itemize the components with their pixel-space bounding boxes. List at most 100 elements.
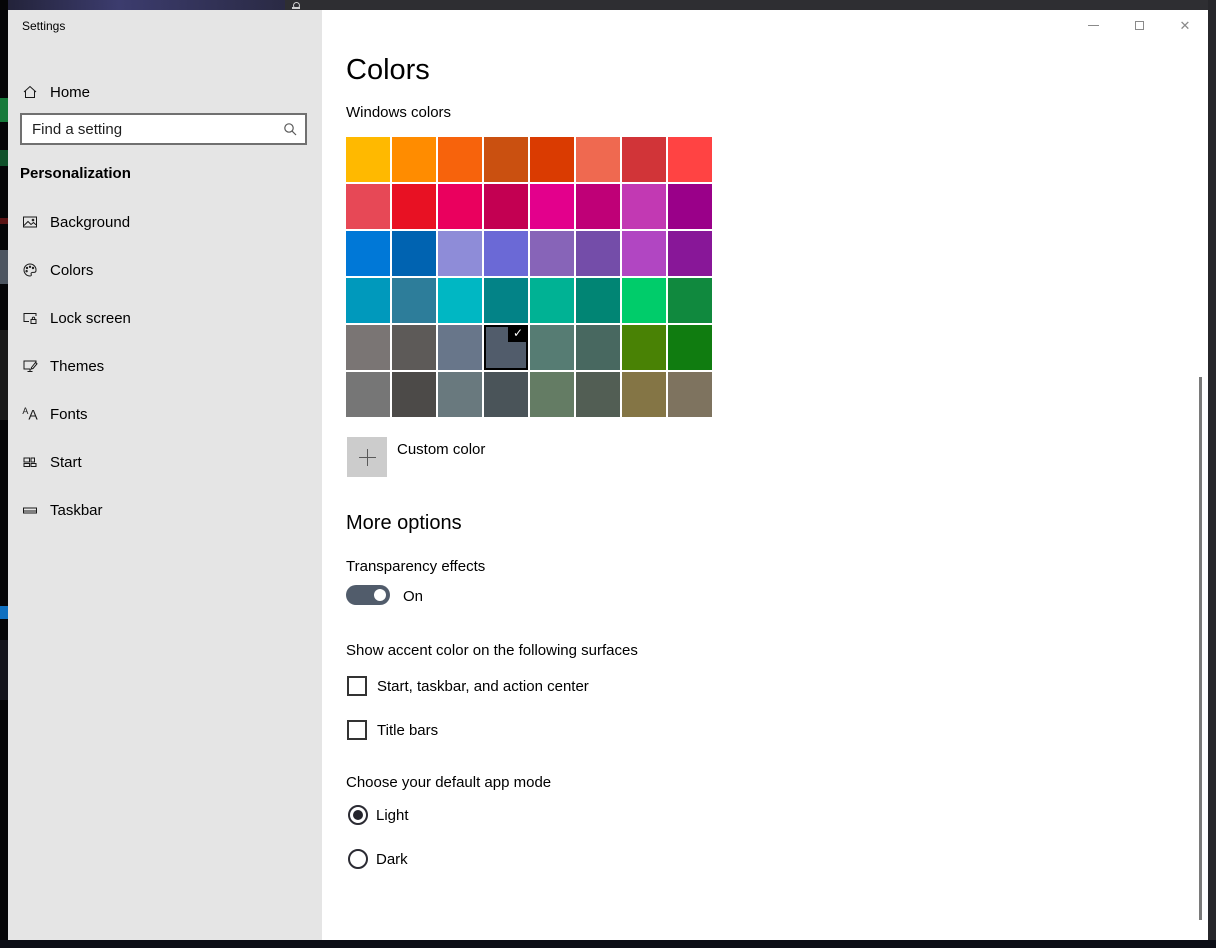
color-swatch[interactable]: [346, 372, 390, 417]
color-swatch[interactable]: [622, 325, 666, 370]
sidebar-item-label: Start: [50, 454, 82, 471]
color-swatch[interactable]: [484, 137, 528, 182]
color-swatch[interactable]: [346, 325, 390, 370]
window-title: Settings: [22, 19, 65, 33]
color-swatch[interactable]: [622, 231, 666, 276]
transparency-toggle[interactable]: [346, 585, 390, 605]
maximize-icon: [1135, 21, 1144, 30]
color-swatch[interactable]: [668, 231, 712, 276]
color-swatch[interactable]: [392, 231, 436, 276]
color-swatch[interactable]: [576, 184, 620, 229]
search-box: [20, 113, 307, 145]
color-swatch[interactable]: [484, 278, 528, 323]
color-swatch[interactable]: [392, 137, 436, 182]
color-swatch[interactable]: [668, 372, 712, 417]
minimize-icon: [1088, 25, 1099, 26]
color-swatch[interactable]: [576, 137, 620, 182]
color-swatch[interactable]: [576, 372, 620, 417]
sidebar-item-start[interactable]: Start: [8, 442, 322, 482]
sidebar-section-title: Personalization: [20, 165, 131, 182]
color-swatch[interactable]: [484, 231, 528, 276]
color-swatch[interactable]: [438, 278, 482, 323]
color-swatch[interactable]: [530, 184, 574, 229]
color-swatch[interactable]: [530, 325, 574, 370]
custom-color-label: Custom color: [397, 441, 485, 458]
color-swatch[interactable]: [484, 184, 528, 229]
color-swatch[interactable]: [576, 231, 620, 276]
scrollbar-thumb[interactable]: [1199, 377, 1202, 920]
minimize-button[interactable]: [1070, 10, 1116, 40]
plus-icon: [359, 449, 376, 466]
windows-colors-label: Windows colors: [346, 104, 451, 121]
color-swatch[interactable]: [438, 137, 482, 182]
color-swatch[interactable]: [392, 184, 436, 229]
sidebar-item-colors[interactable]: Colors: [8, 250, 322, 290]
sidebar-item-label: Colors: [50, 262, 93, 279]
desktop-bottom-strip: [0, 940, 1216, 948]
color-swatch[interactable]: [438, 325, 482, 370]
search-input[interactable]: [22, 121, 275, 138]
color-swatch[interactable]: [530, 231, 574, 276]
sidebar-item-lock-screen[interactable]: Lock screen: [8, 298, 322, 338]
radio-dark[interactable]: Dark: [348, 849, 408, 869]
color-swatch[interactable]: [668, 325, 712, 370]
color-swatch[interactable]: [346, 184, 390, 229]
start-tiles-icon: [22, 453, 38, 471]
color-swatch[interactable]: [392, 372, 436, 417]
color-swatch[interactable]: [346, 278, 390, 323]
sidebar-item-label: Home: [50, 84, 90, 101]
sidebar-item-taskbar[interactable]: Taskbar: [8, 490, 322, 530]
transparency-state-label: On: [403, 588, 423, 605]
color-swatch[interactable]: ✓: [484, 325, 528, 370]
search-icon[interactable]: [275, 122, 305, 136]
sidebar-item-home[interactable]: Home: [8, 72, 322, 112]
color-swatch[interactable]: [668, 137, 712, 182]
color-swatch[interactable]: [622, 184, 666, 229]
desktop-top-strip: [8, 0, 285, 10]
color-swatch[interactable]: [668, 184, 712, 229]
color-swatch[interactable]: [576, 278, 620, 323]
checkbox-row-title-bars[interactable]: Title bars: [347, 720, 438, 740]
sidebar-item-themes[interactable]: Themes: [8, 346, 322, 386]
sidebar-item-background[interactable]: Background: [8, 202, 322, 242]
checkbox-icon[interactable]: [347, 676, 367, 696]
background-app-icon: [292, 2, 300, 9]
color-swatch[interactable]: [530, 278, 574, 323]
close-button[interactable]: ✕: [1162, 10, 1208, 40]
color-swatch[interactable]: [392, 325, 436, 370]
radio-icon[interactable]: [348, 849, 368, 869]
radio-light[interactable]: Light: [348, 805, 409, 825]
color-swatch[interactable]: [622, 278, 666, 323]
home-icon: [22, 83, 38, 101]
color-swatch[interactable]: [392, 278, 436, 323]
palette-icon: [22, 261, 38, 279]
maximize-button[interactable]: [1116, 10, 1162, 40]
fonts-icon: AA: [22, 405, 38, 423]
color-swatch[interactable]: [438, 372, 482, 417]
desktop-right-strip: [1208, 0, 1216, 948]
color-swatch[interactable]: [438, 231, 482, 276]
color-swatch[interactable]: [622, 372, 666, 417]
color-swatch[interactable]: [484, 372, 528, 417]
color-swatch[interactable]: [622, 137, 666, 182]
checkbox-icon[interactable]: [347, 720, 367, 740]
taskbar-icon: [22, 501, 38, 519]
custom-color-button[interactable]: [347, 437, 387, 477]
checkbox-row-start-taskbar[interactable]: Start, taskbar, and action center: [347, 676, 589, 696]
sidebar-item-label: Fonts: [50, 406, 88, 423]
radio-icon[interactable]: [348, 805, 368, 825]
close-icon: ✕: [1180, 19, 1191, 32]
color-swatch[interactable]: [346, 231, 390, 276]
radio-label: Light: [376, 807, 409, 824]
color-swatch[interactable]: [576, 325, 620, 370]
toggle-knob-icon: [374, 589, 386, 601]
radio-label: Dark: [376, 851, 408, 868]
color-swatch[interactable]: [438, 184, 482, 229]
color-swatch[interactable]: [346, 137, 390, 182]
colors-settings-pane: Colors Windows colors ✓ Custom color Mor…: [322, 10, 1208, 940]
color-swatch[interactable]: [668, 278, 712, 323]
color-swatch[interactable]: [530, 372, 574, 417]
color-swatch[interactable]: [530, 137, 574, 182]
sidebar-item-fonts[interactable]: AA Fonts: [8, 394, 322, 434]
lock-screen-icon: [22, 309, 38, 327]
